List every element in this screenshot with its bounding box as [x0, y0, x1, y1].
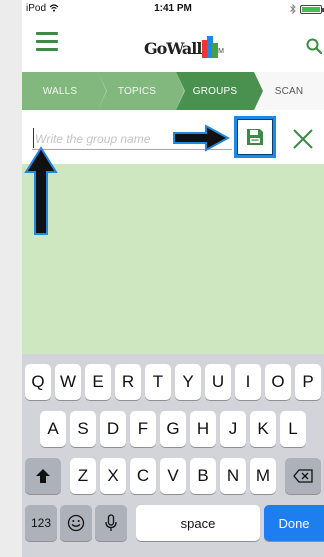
floppy-disk-icon — [247, 129, 263, 145]
logo-graphic — [202, 36, 219, 58]
key-r[interactable]: R — [115, 364, 141, 400]
key-d[interactable]: D — [100, 411, 126, 447]
key-a[interactable]: A — [40, 411, 66, 447]
key-p[interactable]: P — [295, 364, 321, 400]
pointer-arrow-to-save — [173, 124, 230, 152]
app-header: GoWall TM — [22, 18, 324, 72]
key-h[interactable]: H — [190, 411, 216, 447]
key-v[interactable]: V — [160, 458, 186, 494]
backspace-icon — [293, 469, 313, 483]
main-tabs: WALLS TOPICS GROUPS SCAN — [22, 72, 324, 110]
tab-groups[interactable]: GROUPS — [176, 72, 263, 110]
key-s[interactable]: S — [70, 411, 96, 447]
bluetooth-icon — [290, 4, 296, 14]
groups-content-area — [22, 164, 324, 354]
battery-icon — [300, 4, 324, 14]
key-l[interactable]: L — [280, 411, 306, 447]
status-right — [290, 4, 324, 14]
done-key[interactable]: Done — [264, 505, 324, 541]
key-w[interactable]: W — [55, 364, 81, 400]
tab-walls[interactable]: WALLS — [22, 72, 107, 110]
key-b[interactable]: B — [190, 458, 216, 494]
key-g[interactable]: G — [160, 411, 186, 447]
dictation-key[interactable] — [95, 505, 127, 541]
space-key[interactable]: space — [136, 505, 260, 541]
key-k[interactable]: K — [250, 411, 276, 447]
on-screen-keyboard: Q W E R T Y U I O P A S D F G H J K L Z … — [22, 354, 324, 557]
pointer-arrow-to-input — [24, 146, 58, 235]
key-n[interactable]: N — [220, 458, 246, 494]
key-f[interactable]: F — [130, 411, 156, 447]
status-bar: iPod 1:41 PM — [22, 0, 324, 18]
key-i[interactable]: I — [235, 364, 261, 400]
numbers-key[interactable]: 123 — [25, 505, 57, 541]
key-z[interactable]: Z — [70, 458, 96, 494]
close-icon[interactable] — [290, 126, 316, 152]
key-x[interactable]: X — [100, 458, 126, 494]
key-u[interactable]: U — [205, 364, 231, 400]
key-j[interactable]: J — [220, 411, 246, 447]
key-e[interactable]: E — [85, 364, 111, 400]
emoji-key[interactable] — [60, 505, 92, 541]
key-m[interactable]: M — [250, 458, 276, 494]
text-cursor — [33, 128, 34, 148]
backspace-key[interactable] — [285, 458, 321, 494]
search-icon[interactable] — [306, 38, 322, 54]
hamburger-icon[interactable] — [36, 32, 58, 51]
key-o[interactable]: O — [265, 364, 291, 400]
tab-scan[interactable]: SCAN — [254, 72, 324, 110]
gowall-logo: GoWall TM — [144, 28, 224, 58]
key-q[interactable]: Q — [25, 364, 51, 400]
key-c[interactable]: C — [130, 458, 156, 494]
status-time: 1:41 PM — [154, 3, 192, 14]
app-screen: iPod 1:41 PM GoWall TM WALLS TOPICS GROU… — [22, 0, 324, 557]
shift-arrow-icon — [36, 469, 50, 483]
save-group-button[interactable] — [234, 116, 276, 158]
microphone-icon — [105, 514, 117, 531]
key-t[interactable]: T — [145, 364, 171, 400]
emoji-icon — [67, 514, 85, 532]
tab-topics[interactable]: TOPICS — [98, 72, 185, 110]
key-y[interactable]: Y — [175, 364, 201, 400]
shift-key[interactable] — [25, 458, 61, 494]
